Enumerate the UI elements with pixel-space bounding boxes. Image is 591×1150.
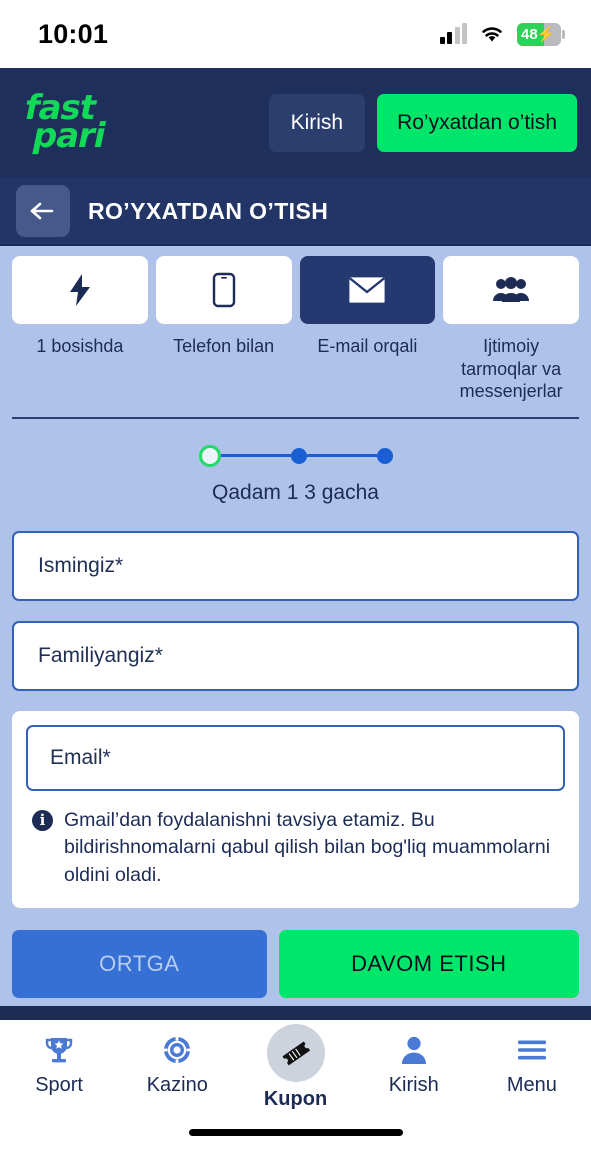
trophy-icon [43,1032,75,1068]
login-button[interactable]: Kirish [268,94,366,152]
back-navigation-button[interactable] [16,185,70,237]
status-bar: 10:01 48 ⚡ [0,0,591,68]
status-time: 10:01 [38,18,109,49]
nav-label: Kirish [388,1074,439,1096]
app-header: fast pari Kirish Ro’yxatdan o’tish [0,68,591,178]
nav-item-kirish[interactable]: Kirish [355,1032,473,1097]
method-label: E-mail orqali [317,336,418,356]
method-tab-one-click[interactable]: 1 bosishda [12,256,148,403]
back-button[interactable]: ORTGA [12,929,267,998]
mobile-phone-icon [212,272,235,308]
method-tab-social[interactable]: Ijtimoiy tarmoqlar va messenjerlar [443,256,579,403]
envelope-icon [347,275,387,305]
form-actions: ORTGA DAVOM ETISH [12,929,579,998]
arrow-left-icon [30,202,54,220]
email-input[interactable]: Email* [26,724,565,791]
bottom-navigation: Sport Kazino Kupon Kirish Menu [0,1020,591,1114]
page-titlebar: RO’YXATDAN O’TISH [0,178,591,246]
wifi-icon [482,27,502,42]
ticket-icon [266,1024,325,1082]
email-card: Email* i Gmail’dan foydalanishni tavsiya… [12,710,579,908]
casino-chip-icon [162,1032,192,1068]
method-card[interactable] [12,256,148,324]
stepper-label: Qadam 1 3 gacha [212,480,379,504]
page-body: 1 bosishda Telefon bilan E-mail orqali I… [0,246,591,1006]
email-hint: i Gmail’dan foydalanishni tavsiya etamiz… [26,807,565,890]
method-tab-email[interactable]: E-mail orqali [299,256,436,403]
status-indicators: 48 ⚡ [439,22,565,46]
logo-line-2: pari [28,116,110,156]
register-button[interactable]: Ro’yxatdan o’tish [377,94,577,152]
cellular-signal-icon [439,23,467,44]
method-tab-phone[interactable]: Telefon bilan [155,256,292,403]
people-group-icon [493,277,530,302]
nav-label: Menu [506,1074,557,1096]
method-label: 1 bosishda [36,336,124,356]
method-card[interactable] [443,256,579,324]
lightning-bolt-icon [69,274,90,306]
continue-button[interactable]: DAVOM ETISH [278,929,579,998]
home-indicator[interactable] [188,1128,403,1136]
nav-item-kazino[interactable]: Kazino [118,1032,236,1097]
battery-percent: 48 [521,25,538,43]
method-label: Ijtimoiy tarmoqlar va messenjerlar [459,336,563,401]
stepper-dot-1-active[interactable] [198,444,221,467]
stepper-dot-3[interactable] [376,447,393,464]
fastpari-logo[interactable]: fast pari [16,88,114,156]
email-hint-text: Gmail’dan foydalanishni tavsiya etamiz. … [64,808,551,886]
stepper-dot-2[interactable] [290,447,307,464]
bottom-divider-strip [0,1006,591,1020]
nav-item-kupon[interactable]: Kupon [236,1024,354,1111]
nav-label: Sport [35,1074,83,1096]
app-screen: 10:01 48 ⚡ fast pari Kirish Ro’yxatdan o… [0,0,591,1150]
stepper-segment-2 [306,454,377,457]
nav-label: Kazino [146,1074,208,1096]
registration-method-tabs: 1 bosishda Telefon bilan E-mail orqali I… [0,246,591,403]
registration-stepper [0,444,591,467]
person-icon [400,1032,428,1068]
stepper-segment-1 [220,454,291,457]
last-name-input[interactable]: Familiyangiz* [12,620,579,691]
nav-item-menu[interactable]: Menu [473,1032,591,1097]
first-name-input[interactable]: Ismingiz* [12,530,579,601]
battery-icon: 48 ⚡ [517,22,565,46]
nav-item-sport[interactable]: Sport [0,1032,118,1097]
hamburger-menu-icon [516,1032,548,1068]
method-label: Telefon bilan [173,336,275,356]
method-card[interactable] [155,256,292,324]
nav-label: Kupon [263,1088,328,1110]
section-divider [12,416,579,419]
charging-bolt-icon: ⚡ [536,25,556,43]
method-card[interactable] [299,256,436,324]
home-indicator-area [0,1114,591,1150]
info-icon: i [32,809,53,831]
page-title: RO’YXATDAN O’TISH [88,197,329,224]
